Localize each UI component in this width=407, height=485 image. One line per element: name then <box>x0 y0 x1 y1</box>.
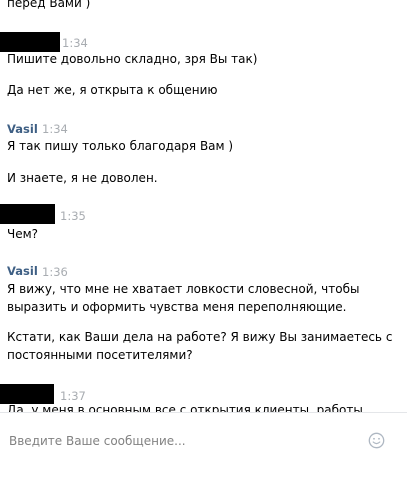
message-time: 1:35 <box>60 209 86 223</box>
smile-icon[interactable] <box>368 432 385 449</box>
message-history: перед Вами ) 1:34 Пишите довольно складн… <box>0 0 407 412</box>
message-time: 1:36 <box>42 265 68 279</box>
message-text: Я вижу, что мне не хватает ловкости слов… <box>7 282 360 296</box>
message-text: Да, у меня в основным все с открытия кли… <box>7 403 363 412</box>
redacted-author-name <box>0 384 54 404</box>
message-text: И знаете, я не доволен. <box>7 171 158 185</box>
redacted-author-name <box>0 32 60 52</box>
message-composer: Введите Ваше сообщение... <box>0 412 407 485</box>
message-text: перед Вами ) <box>7 0 91 10</box>
message-text: постоянными посетителями? <box>7 348 193 362</box>
message-text: Кстати, как Ваши дела на работе? Я вижу … <box>7 330 393 344</box>
message-text: выразить и оформить чувства меня перепол… <box>7 300 347 314</box>
message-text: Пишите довольно складно, зря Вы так) <box>7 52 258 66</box>
message-time: 1:34 <box>42 122 68 136</box>
redacted-author-name <box>0 204 55 224</box>
message-input[interactable]: Введите Ваше сообщение... <box>9 433 186 449</box>
author-name[interactable]: Vasil <box>7 121 38 137</box>
message-text: Да нет же, я открыта к общению <box>7 83 218 97</box>
message-time: 1:34 <box>62 36 88 50</box>
author-name[interactable]: Vasil <box>7 263 38 279</box>
message-text: Я так пишу только благодаря Вам ) <box>7 139 234 153</box>
message-text: Чем? <box>7 227 39 241</box>
